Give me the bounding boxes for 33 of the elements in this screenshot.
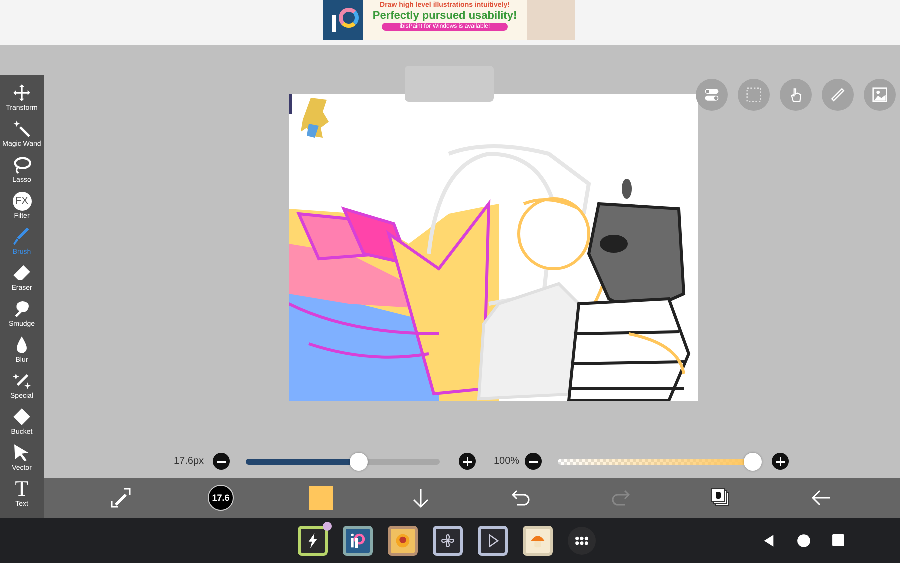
photo-placeholder: [527, 0, 575, 40]
brush-size-button[interactable]: 17.6: [208, 485, 234, 511]
taskbar-app-button[interactable]: [523, 526, 553, 556]
image-icon: [870, 85, 890, 105]
move-arrows-icon: [12, 83, 32, 103]
taskbar-app-button[interactable]: [388, 526, 418, 556]
decrease-button[interactable]: [525, 453, 542, 470]
ad-tagline: Perfectly pursued usability!: [372, 10, 518, 22]
lasso-icon: [12, 155, 32, 175]
slider-thumb[interactable]: [744, 452, 762, 470]
decrease-button[interactable]: [213, 453, 230, 470]
sparkle-pen-icon: [12, 371, 32, 391]
magic-wand-icon: [12, 119, 32, 139]
taskbar-app-button[interactable]: [433, 526, 463, 556]
home-icon[interactable]: [797, 534, 811, 548]
back-icon[interactable]: [762, 534, 776, 548]
color-swatch[interactable]: [309, 486, 333, 510]
increase-button[interactable]: [459, 453, 476, 470]
opacity-reading: 100%: [494, 456, 521, 467]
slider-thumb[interactable]: [350, 452, 368, 470]
taskbar-app-button[interactable]: [343, 526, 373, 556]
eraser-icon: [12, 263, 32, 283]
text-tool-icon: T: [15, 479, 29, 499]
app-drawer-icon[interactable]: [568, 526, 596, 554]
filter-icon: FX: [12, 192, 32, 211]
brush-size-reading: 17.6px: [174, 456, 206, 467]
taskbar-app-button[interactable]: [478, 526, 508, 556]
recents-icon[interactable]: [832, 534, 845, 547]
increase-button[interactable]: [772, 453, 789, 470]
bucket-icon: [12, 407, 32, 427]
dashed-selection-icon: [744, 85, 764, 105]
brush-transform-icon[interactable]: [109, 486, 133, 510]
brush-icon: [12, 227, 32, 247]
